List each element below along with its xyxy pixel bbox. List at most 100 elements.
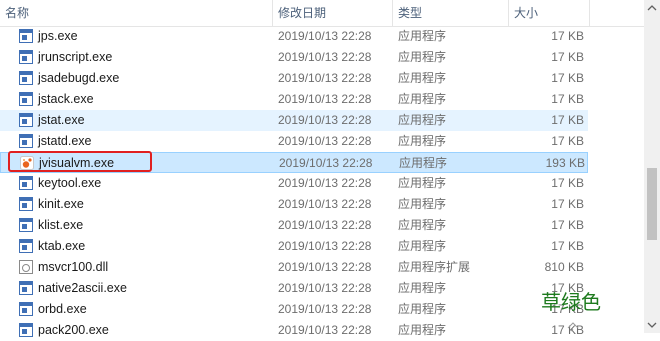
column-divider[interactable] <box>589 0 590 26</box>
file-row[interactable]: jrunscript.exe 2019/10/13 22:28 应用程序 17 KB <box>0 47 588 68</box>
file-row[interactable]: native2ascii.exe 2019/10/13 22:28 应用程序 17 K… <box>0 278 588 299</box>
file-type: 应用程序 <box>398 176 447 190</box>
column-header-type[interactable]: 类型 <box>393 0 508 26</box>
file-row[interactable]: pack200.exe 2019/10/13 22:28 应用程序 17 KB <box>0 320 588 341</box>
file-size: 17 KB <box>551 176 584 190</box>
resize-grip-icon <box>567 322 579 332</box>
file-type: 应用程序扩展 <box>398 260 471 274</box>
file-name: pack200.exe <box>38 323 109 337</box>
column-header-type-label: 类型 <box>398 6 423 20</box>
scrollbar-thumb[interactable] <box>647 168 657 240</box>
file-size: 17 KB <box>551 92 584 106</box>
file-size: 17 KB <box>551 239 584 253</box>
file-type: 应用程序 <box>398 71 447 85</box>
file-name: msvcr100.dll <box>38 260 109 274</box>
file-type: 应用程序 <box>398 302 447 316</box>
file-size: 17 KB <box>551 218 584 232</box>
file-type: 应用程序 <box>398 281 447 295</box>
scroll-down-arrow-icon[interactable] <box>644 317 660 333</box>
file-modified-date: 2019/10/13 22:28 <box>278 113 372 127</box>
file-type: 应用程序 <box>398 323 447 337</box>
file-modified-date: 2019/10/13 22:28 <box>278 50 372 64</box>
file-name: jstatd.exe <box>38 134 92 148</box>
file-type: 应用程序 <box>398 239 447 253</box>
exe-file-icon <box>19 71 33 85</box>
file-name: native2ascii.exe <box>38 281 127 295</box>
file-modified-date: 2019/10/13 22:28 <box>278 218 372 232</box>
file-type: 应用程序 <box>398 218 447 232</box>
red-highlight-annotation <box>8 151 152 172</box>
file-row[interactable]: jstatd.exe 2019/10/13 22:28 应用程序 17 KB <box>0 131 588 152</box>
file-name: jrunscript.exe <box>38 50 113 64</box>
file-name: klist.exe <box>38 218 84 232</box>
file-modified-date: 2019/10/13 22:28 <box>278 197 372 211</box>
file-modified-date: 2019/10/13 22:28 <box>278 260 372 274</box>
file-modified-date: 2019/10/13 22:28 <box>278 323 372 337</box>
file-modified-date: 2019/10/13 22:28 <box>278 92 372 106</box>
file-name: keytool.exe <box>38 176 102 190</box>
file-row[interactable]: jps.exe 2019/10/13 22:28 应用程序 17 KB <box>0 26 588 47</box>
exe-file-icon <box>19 197 33 211</box>
file-modified-date: 2019/10/13 22:28 <box>278 29 372 43</box>
file-modified-date: 2019/10/13 22:28 <box>278 134 372 148</box>
file-modified-date: 2019/10/13 22:28 <box>278 71 372 85</box>
file-type: 应用程序 <box>398 113 447 127</box>
exe-file-icon <box>19 176 33 190</box>
file-modified-date: 2019/10/13 22:28 <box>279 156 373 170</box>
file-name: ktab.exe <box>38 239 86 253</box>
file-size: 193 KB <box>545 156 585 170</box>
file-row[interactable]: orbd.exe 2019/10/13 22:28 应用程序 17 KB <box>0 299 588 320</box>
file-name: jstat.exe <box>38 113 85 127</box>
file-row[interactable]: ktab.exe 2019/10/13 22:28 应用程序 17 KB <box>0 236 588 257</box>
file-type: 应用程序 <box>398 197 447 211</box>
exe-file-icon <box>19 323 33 337</box>
file-name: jps.exe <box>38 29 78 43</box>
file-type: 应用程序 <box>399 156 448 170</box>
exe-file-icon <box>19 50 33 64</box>
column-header-name[interactable]: 名称 <box>0 0 272 26</box>
column-header-name-label: 名称 <box>5 6 30 20</box>
exe-file-icon <box>19 239 33 253</box>
file-row[interactable]: jstat.exe 2019/10/13 22:28 应用程序 17 KB <box>0 110 588 131</box>
exe-file-icon <box>19 302 33 316</box>
exe-file-icon <box>19 218 33 232</box>
column-header-date-label: 修改日期 <box>278 6 327 20</box>
exe-file-icon <box>19 134 33 148</box>
exe-file-icon <box>19 113 33 127</box>
file-size: 17 KB <box>551 197 584 211</box>
file-type: 应用程序 <box>398 134 447 148</box>
file-name: jstack.exe <box>38 92 94 106</box>
file-size: 17 KB <box>551 29 584 43</box>
exe-file-icon <box>19 281 33 295</box>
file-name: jsadebugd.exe <box>38 71 120 85</box>
file-row[interactable]: kinit.exe 2019/10/13 22:28 应用程序 17 KB <box>0 194 588 215</box>
file-row[interactable]: keytool.exe 2019/10/13 22:28 应用程序 17 KB <box>0 173 588 194</box>
file-size: 810 KB <box>544 260 584 274</box>
file-row[interactable]: msvcr100.dll 2019/10/13 22:28 应用程序扩展 810 KB <box>0 257 588 278</box>
file-modified-date: 2019/10/13 22:28 <box>278 302 372 316</box>
dll-file-icon <box>19 260 33 274</box>
file-row[interactable]: klist.exe 2019/10/13 22:28 应用程序 17 KB <box>0 215 588 236</box>
sort-ascending-icon: ⌃ <box>138 0 148 4</box>
column-header-date[interactable]: 修改日期 <box>273 0 392 26</box>
file-type: 应用程序 <box>398 92 447 106</box>
file-modified-date: 2019/10/13 22:28 <box>278 239 372 253</box>
vertical-scrollbar[interactable] <box>644 0 660 333</box>
column-header-size[interactable]: 大小 <box>509 0 589 26</box>
file-modified-date: 2019/10/13 22:28 <box>278 281 372 295</box>
watermark-text: 草绿色 <box>541 290 601 314</box>
file-name: kinit.exe <box>38 197 84 211</box>
scroll-up-arrow-icon[interactable] <box>644 0 660 16</box>
exe-file-icon <box>19 92 33 106</box>
file-modified-date: 2019/10/13 22:28 <box>278 176 372 190</box>
file-type: 应用程序 <box>398 50 447 64</box>
exe-file-icon <box>19 29 33 43</box>
file-row[interactable]: jsadebugd.exe 2019/10/13 22:28 应用程序 17 KB <box>0 68 588 89</box>
file-size: 17 KB <box>551 50 584 64</box>
file-size: 17 KB <box>551 71 584 85</box>
column-header-bar: 名称 ⌃ 修改日期 类型 大小 <box>0 0 644 27</box>
file-type: 应用程序 <box>398 29 447 43</box>
file-row[interactable]: jstack.exe 2019/10/13 22:28 应用程序 17 KB <box>0 89 588 110</box>
file-size: 17 KB <box>551 134 584 148</box>
file-size: 17 KB <box>551 113 584 127</box>
